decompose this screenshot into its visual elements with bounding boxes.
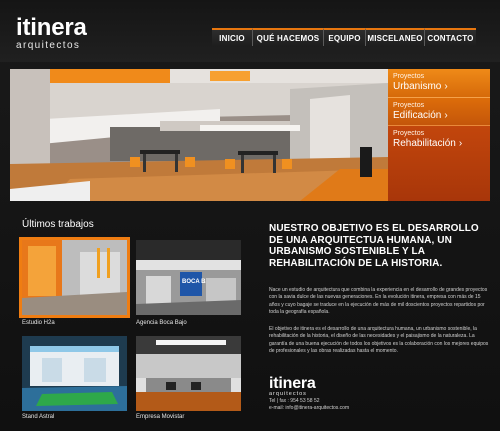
caption-empresa-movistar[interactable]: Empresa Movistar — [136, 414, 184, 420]
project-category-links: Proyectos Urbanismo › Proyectos Edificaci… — [388, 69, 490, 201]
site-logo[interactable]: itinera arquitectos — [16, 14, 87, 52]
link-rehabilitacion[interactable]: Proyectos Rehabilitación › — [388, 126, 490, 201]
hero-banner: Proyectos Urbanismo › Proyectos Edificaci… — [10, 69, 490, 201]
footer-logo-wordmark: itinera — [269, 375, 316, 392]
footer-logo: itinera arquitectos — [269, 375, 316, 398]
thumb-empresa-movistar[interactable] — [136, 336, 241, 411]
urbanismo-kicker: Proyectos — [393, 73, 425, 80]
nav-contacto[interactable]: CONTACTO — [424, 28, 476, 46]
hero-interior-image — [10, 69, 388, 201]
contact-email[interactable]: e-mail: info@itinera-arquitectos.com — [269, 405, 349, 412]
rehabilitacion-title: Rehabilitación — [393, 138, 456, 149]
chevron-right-icon: › — [458, 138, 463, 149]
page: itinera arquitectos INICIO QUÉ HACEMOS E… — [0, 0, 500, 431]
about-paragraph-1: Nace un estudio de arquitectura que comb… — [269, 287, 488, 315]
thumb-estudio-h2a[interactable] — [19, 237, 130, 318]
estudio-h2a-image — [22, 240, 127, 315]
logo-wordmark: itinera — [16, 14, 87, 41]
edificacion-title: Edificación — [393, 110, 442, 121]
chevron-right-icon: › — [444, 110, 448, 121]
agencia-boca-bajo-image: BOCA BAJO — [136, 240, 241, 315]
latest-works-title: Últimos trabajos — [22, 219, 94, 230]
nav-equipo[interactable]: EQUIPO — [323, 28, 365, 46]
thumb-agencia-boca-bajo[interactable]: BOCA BAJO — [136, 240, 241, 315]
nav-inicio[interactable]: INICIO — [212, 28, 252, 46]
nav-que-hacemos[interactable]: QUÉ HACEMOS — [252, 28, 323, 46]
about-paragraph-2: El objetivo de itinera es el desarrollo … — [269, 326, 489, 354]
contact-phone: Tel | fax : 954 53 58 52 — [269, 398, 320, 404]
urbanismo-title: Urbanismo — [393, 81, 442, 92]
stand-astral-image — [22, 336, 127, 411]
link-urbanismo[interactable]: Proyectos Urbanismo › — [388, 69, 490, 98]
link-edificacion[interactable]: Proyectos Edificación › — [388, 98, 490, 126]
caption-stand-astral[interactable]: Stand Astral — [22, 414, 54, 420]
caption-estudio-h2a[interactable]: Estudio H2a — [22, 320, 55, 326]
main-nav: INICIO QUÉ HACEMOS EQUIPO MISCELANEO CON… — [212, 28, 476, 46]
logo-tagline: arquitectos — [16, 40, 81, 51]
rehabilitacion-kicker: Proyectos — [393, 130, 425, 137]
mission-headline: NUESTRO OBJETIVO ES EL DESARROLLO DE UNA… — [269, 223, 479, 269]
empresa-movistar-image — [136, 336, 241, 411]
caption-agencia-boca-bajo[interactable]: Agencia Boca Bajo — [136, 320, 187, 326]
nav-miscelaneo[interactable]: MISCELANEO — [365, 28, 424, 46]
edificacion-kicker: Proyectos — [393, 102, 425, 109]
chevron-right-icon: › — [444, 81, 448, 92]
thumb-stand-astral[interactable] — [22, 336, 127, 411]
header: itinera arquitectos INICIO QUÉ HACEMOS E… — [0, 0, 500, 62]
